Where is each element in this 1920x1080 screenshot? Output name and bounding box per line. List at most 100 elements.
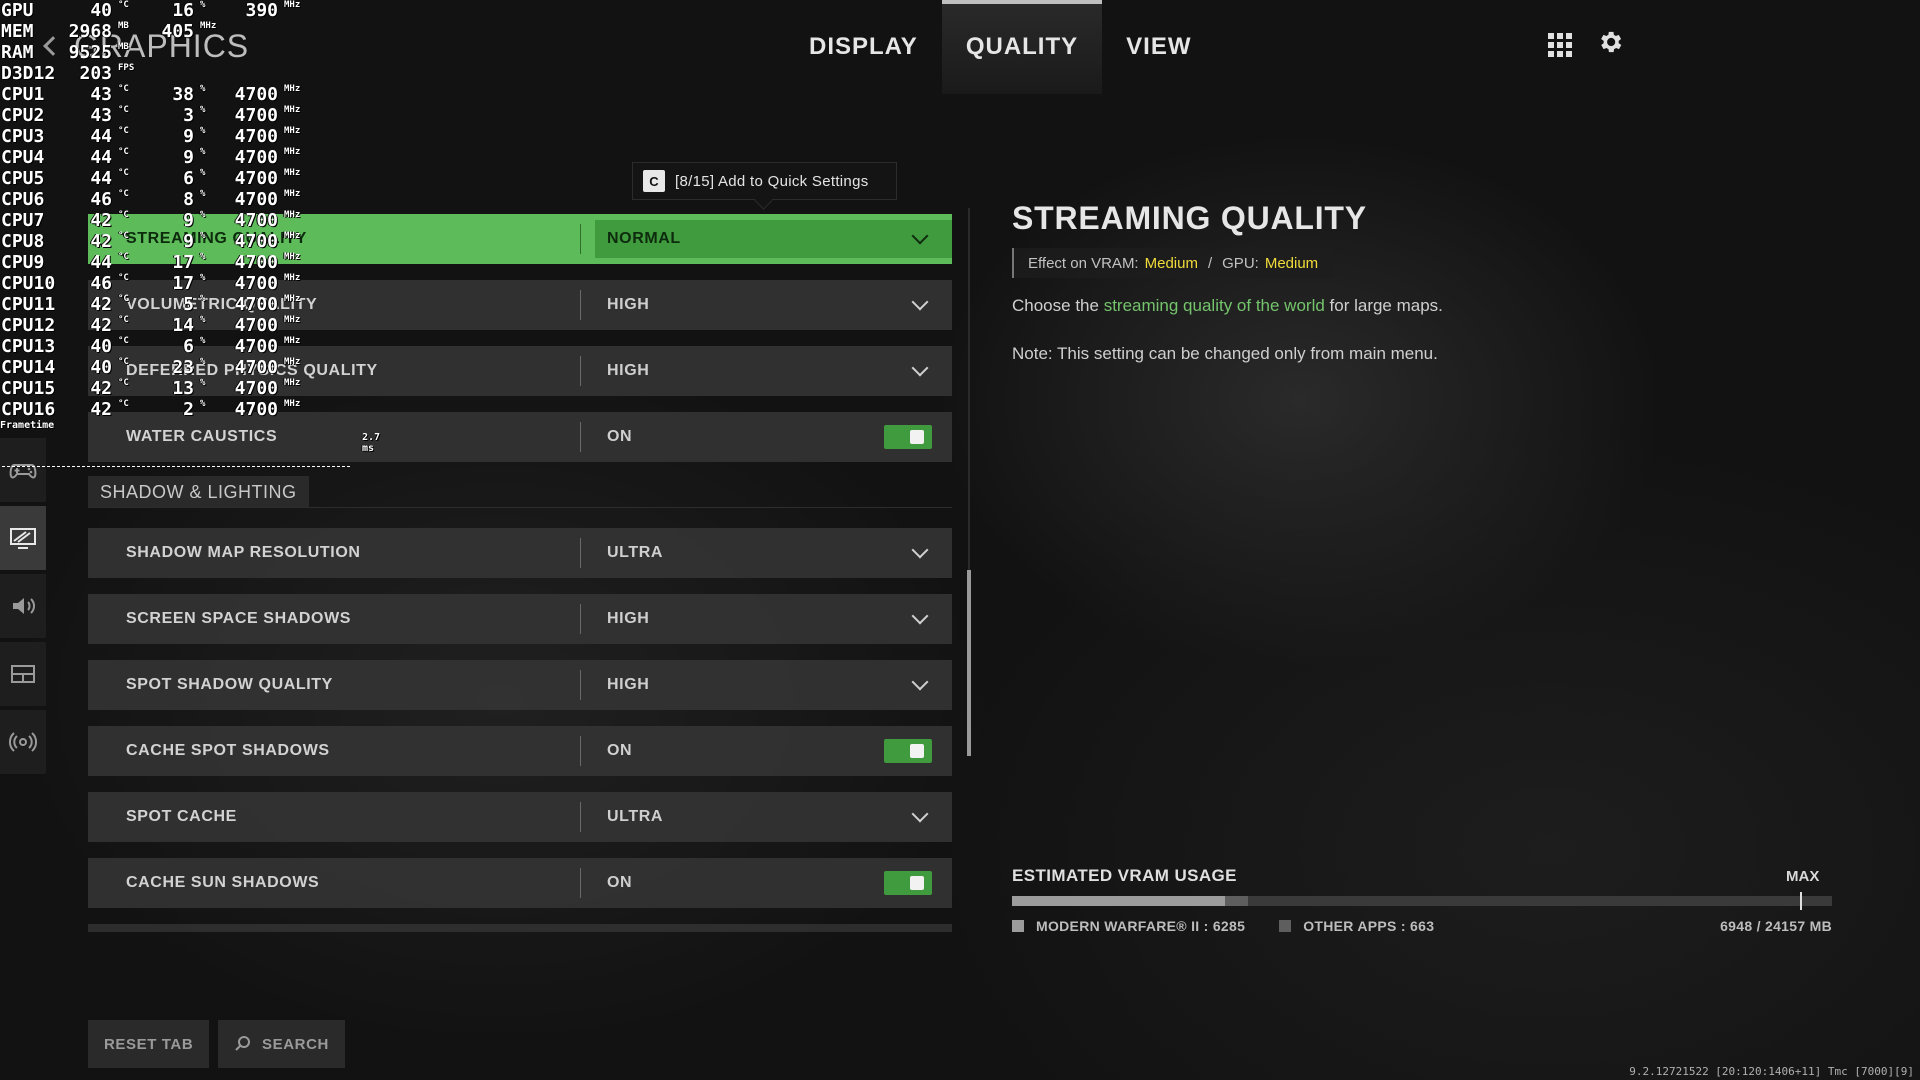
network-icon — [8, 732, 38, 752]
hud-row: CPU5 44 °C 6% 4700 MHz — [0, 168, 310, 189]
chevron-down-icon — [911, 359, 929, 377]
setting-cache-spot-shadows[interactable]: CACHE SPOT SHADOWS ON — [88, 726, 952, 776]
search-icon — [235, 1036, 250, 1051]
list-scrollbar[interactable] — [967, 208, 971, 756]
graphics-monitor-icon — [10, 528, 36, 549]
hud-name: MEM — [1, 21, 34, 42]
hud-v2: 8 — [183, 189, 194, 210]
toggle-switch[interactable] — [884, 871, 932, 895]
hud-name: CPU11 — [1, 294, 56, 315]
hud-u3: MHz — [284, 189, 301, 199]
tab-quality[interactable]: QUALITY — [941, 0, 1103, 94]
hud-u2: % — [200, 399, 206, 409]
dropdown[interactable]: HIGH — [581, 594, 952, 644]
search-button[interactable]: SEARCH — [218, 1020, 345, 1068]
hud-u2: % — [200, 336, 206, 346]
grid-menu-icon[interactable] — [1548, 30, 1572, 57]
hud-row: CPU3 44 °C 9% 4700 MHz — [0, 126, 310, 147]
setting-shadow-map-resolution[interactable]: SHADOW MAP RESOLUTION ULTRA — [88, 528, 952, 578]
setting-value: HIGH — [607, 610, 650, 627]
hud-name: CPU3 — [1, 126, 45, 147]
hud-u3: MHz — [284, 147, 301, 157]
hud-name: CPU6 — [1, 189, 45, 210]
dropdown[interactable]: HIGH — [581, 346, 952, 396]
hud-u1: °C — [118, 0, 129, 10]
detail-description: Choose the streaming quality of the worl… — [1012, 296, 1443, 316]
setting-deferred-physics-quality[interactable]: DEFERRED PHYSICS QUALITY HIGH — [88, 346, 952, 396]
setting-streaming-quality[interactable]: STREAMING QUALITY NORMAL — [88, 214, 952, 264]
toggle-switch[interactable] — [884, 739, 932, 763]
effect-vram-value: Medium — [1144, 254, 1198, 272]
gear-icon[interactable] — [1596, 28, 1624, 56]
chevron-down-icon — [911, 805, 929, 823]
hud-name: CPU7 — [1, 210, 45, 231]
reset-tab-button[interactable]: RESET TAB — [88, 1020, 210, 1068]
hud-v1: 44 — [90, 147, 112, 168]
hud-u3: MHz — [284, 84, 301, 94]
scrollbar-thumb[interactable] — [967, 570, 971, 756]
hud-name: RAM — [1, 42, 34, 63]
hud-u2: % — [200, 126, 206, 136]
setting-spot-shadow-quality[interactable]: SPOT SHADOW QUALITY HIGH — [88, 660, 952, 710]
dropdown[interactable]: HIGH — [581, 280, 952, 330]
build-info: 9.2.12721522 [20:120:1406+11] Tmc [7000]… — [1629, 1065, 1914, 1078]
interface-icon — [11, 665, 35, 683]
setting-water-caustics[interactable]: WATER CAUSTICS ON — [88, 412, 952, 462]
section-header: SHADOW & LIGHTING — [88, 476, 952, 508]
detail-note: Note: This setting can be changed only f… — [1012, 344, 1438, 363]
row-divider — [580, 224, 581, 254]
dropdown[interactable]: HIGH — [581, 660, 952, 710]
dropdown[interactable]: NORMAL — [595, 220, 952, 258]
hud-row: D3D12 203 FPS — [0, 63, 310, 84]
hud-v2: 3 — [183, 105, 194, 126]
hud-v2: 38 — [172, 84, 194, 105]
vram-title: ESTIMATED VRAM USAGE — [1012, 866, 1237, 885]
dropdown[interactable]: ULTRA — [581, 528, 952, 578]
key-c-badge: C — [643, 170, 665, 192]
nav-interface[interactable] — [0, 642, 46, 706]
setting-label: SCREEN SPACE SHADOWS — [126, 610, 352, 627]
hud-v3: 4700 — [234, 189, 278, 210]
legend-game-label: MODERN WARFARE® II : 6285 — [1036, 918, 1246, 934]
hud-v2: 16 — [172, 0, 194, 21]
hud-v1: 43 — [90, 84, 112, 105]
setting-cache-sun-shadows[interactable]: CACHE SUN SHADOWS ON — [88, 858, 952, 908]
legend-swatch-other — [1279, 920, 1292, 932]
hud-u2: % — [200, 0, 206, 10]
setting-spot-cache[interactable]: SPOT CACHE ULTRA — [88, 792, 952, 842]
effect-gpu-value: Medium — [1264, 254, 1319, 272]
hud-v1: 44 — [90, 126, 112, 147]
setting-label: WATER CAUSTICS — [126, 428, 278, 445]
chevron-down-icon — [911, 607, 929, 625]
hud-row: CPU6 46 °C 8% 4700 MHz — [0, 189, 310, 210]
setting-value: NORMAL — [607, 230, 681, 247]
nav-graphics[interactable] — [0, 506, 46, 570]
tab-display[interactable]: DISPLAY — [785, 0, 942, 94]
setting-screen-space-shadows[interactable]: SCREEN SPACE SHADOWS HIGH — [88, 594, 952, 644]
hud-v2: 9 — [183, 126, 194, 147]
nav-audio[interactable] — [0, 574, 46, 638]
nav-controller[interactable] — [0, 438, 46, 502]
effect-separator: / — [1207, 254, 1213, 272]
legend-swatch-game — [1012, 920, 1024, 932]
vram-bar — [1012, 892, 1832, 910]
setting-label: SHADOW MAP RESOLUTION — [126, 544, 361, 561]
nav-network[interactable] — [0, 710, 46, 774]
chevron-down-icon — [911, 227, 929, 245]
legend-other: OTHER APPS : 663 — [1279, 918, 1434, 934]
back-chevron-icon[interactable] — [43, 36, 63, 56]
hud-u2: % — [200, 168, 206, 178]
back-area: GRAPHICS — [40, 26, 249, 66]
setting-volumetric-quality[interactable]: VOLUMETRIC QUALITY HIGH — [88, 280, 952, 330]
setting-label: CACHE SUN SHADOWS — [126, 874, 320, 891]
setting-label: STREAMING QUALITY — [126, 230, 307, 247]
legend-game: MODERN WARFARE® II : 6285 — [1012, 918, 1245, 934]
hud-u1: °C — [118, 84, 129, 94]
toggle-switch[interactable] — [884, 425, 932, 449]
vram-max-marker — [1800, 892, 1802, 910]
tab-view[interactable]: VIEW — [1102, 0, 1215, 94]
hud-u1: °C — [118, 105, 129, 115]
vram-fill-other — [1225, 896, 1248, 906]
desc-highlight: streaming quality of the world — [1103, 296, 1325, 315]
dropdown[interactable]: ULTRA — [581, 792, 952, 842]
